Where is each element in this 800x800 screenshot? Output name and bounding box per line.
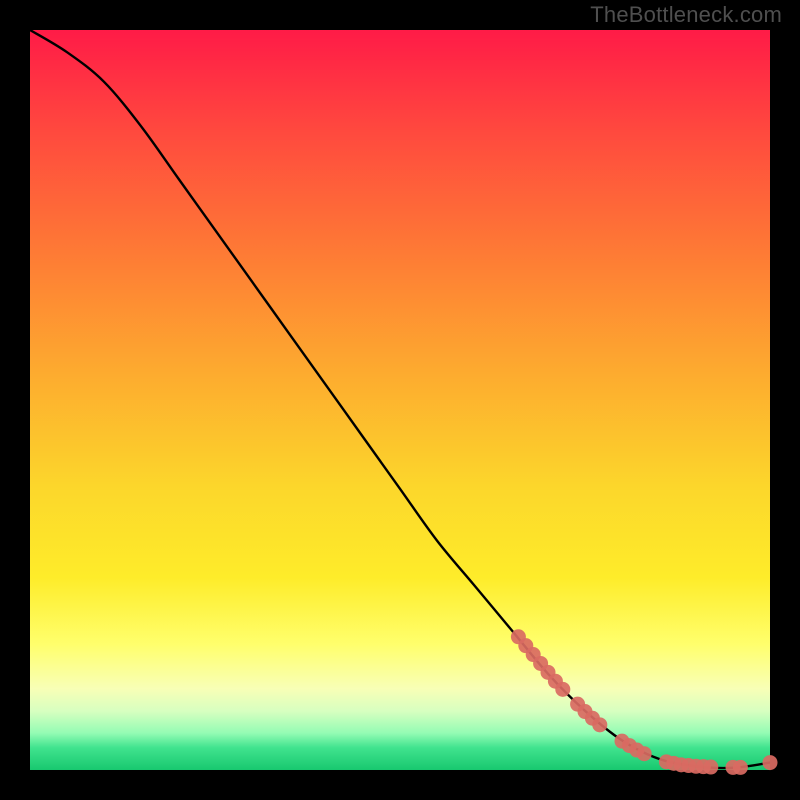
curve-marker — [555, 682, 570, 697]
curve-marker — [733, 760, 748, 775]
bottleneck-curve — [30, 30, 770, 768]
curve-marker — [703, 760, 718, 775]
plot-area — [30, 30, 770, 770]
curve-marker — [637, 746, 652, 761]
chart-frame: TheBottleneck.com — [0, 0, 800, 800]
curve-marker — [592, 717, 607, 732]
attribution-text: TheBottleneck.com — [590, 2, 782, 28]
curve-svg — [30, 30, 770, 770]
curve-markers — [511, 629, 778, 775]
curve-marker — [763, 755, 778, 770]
